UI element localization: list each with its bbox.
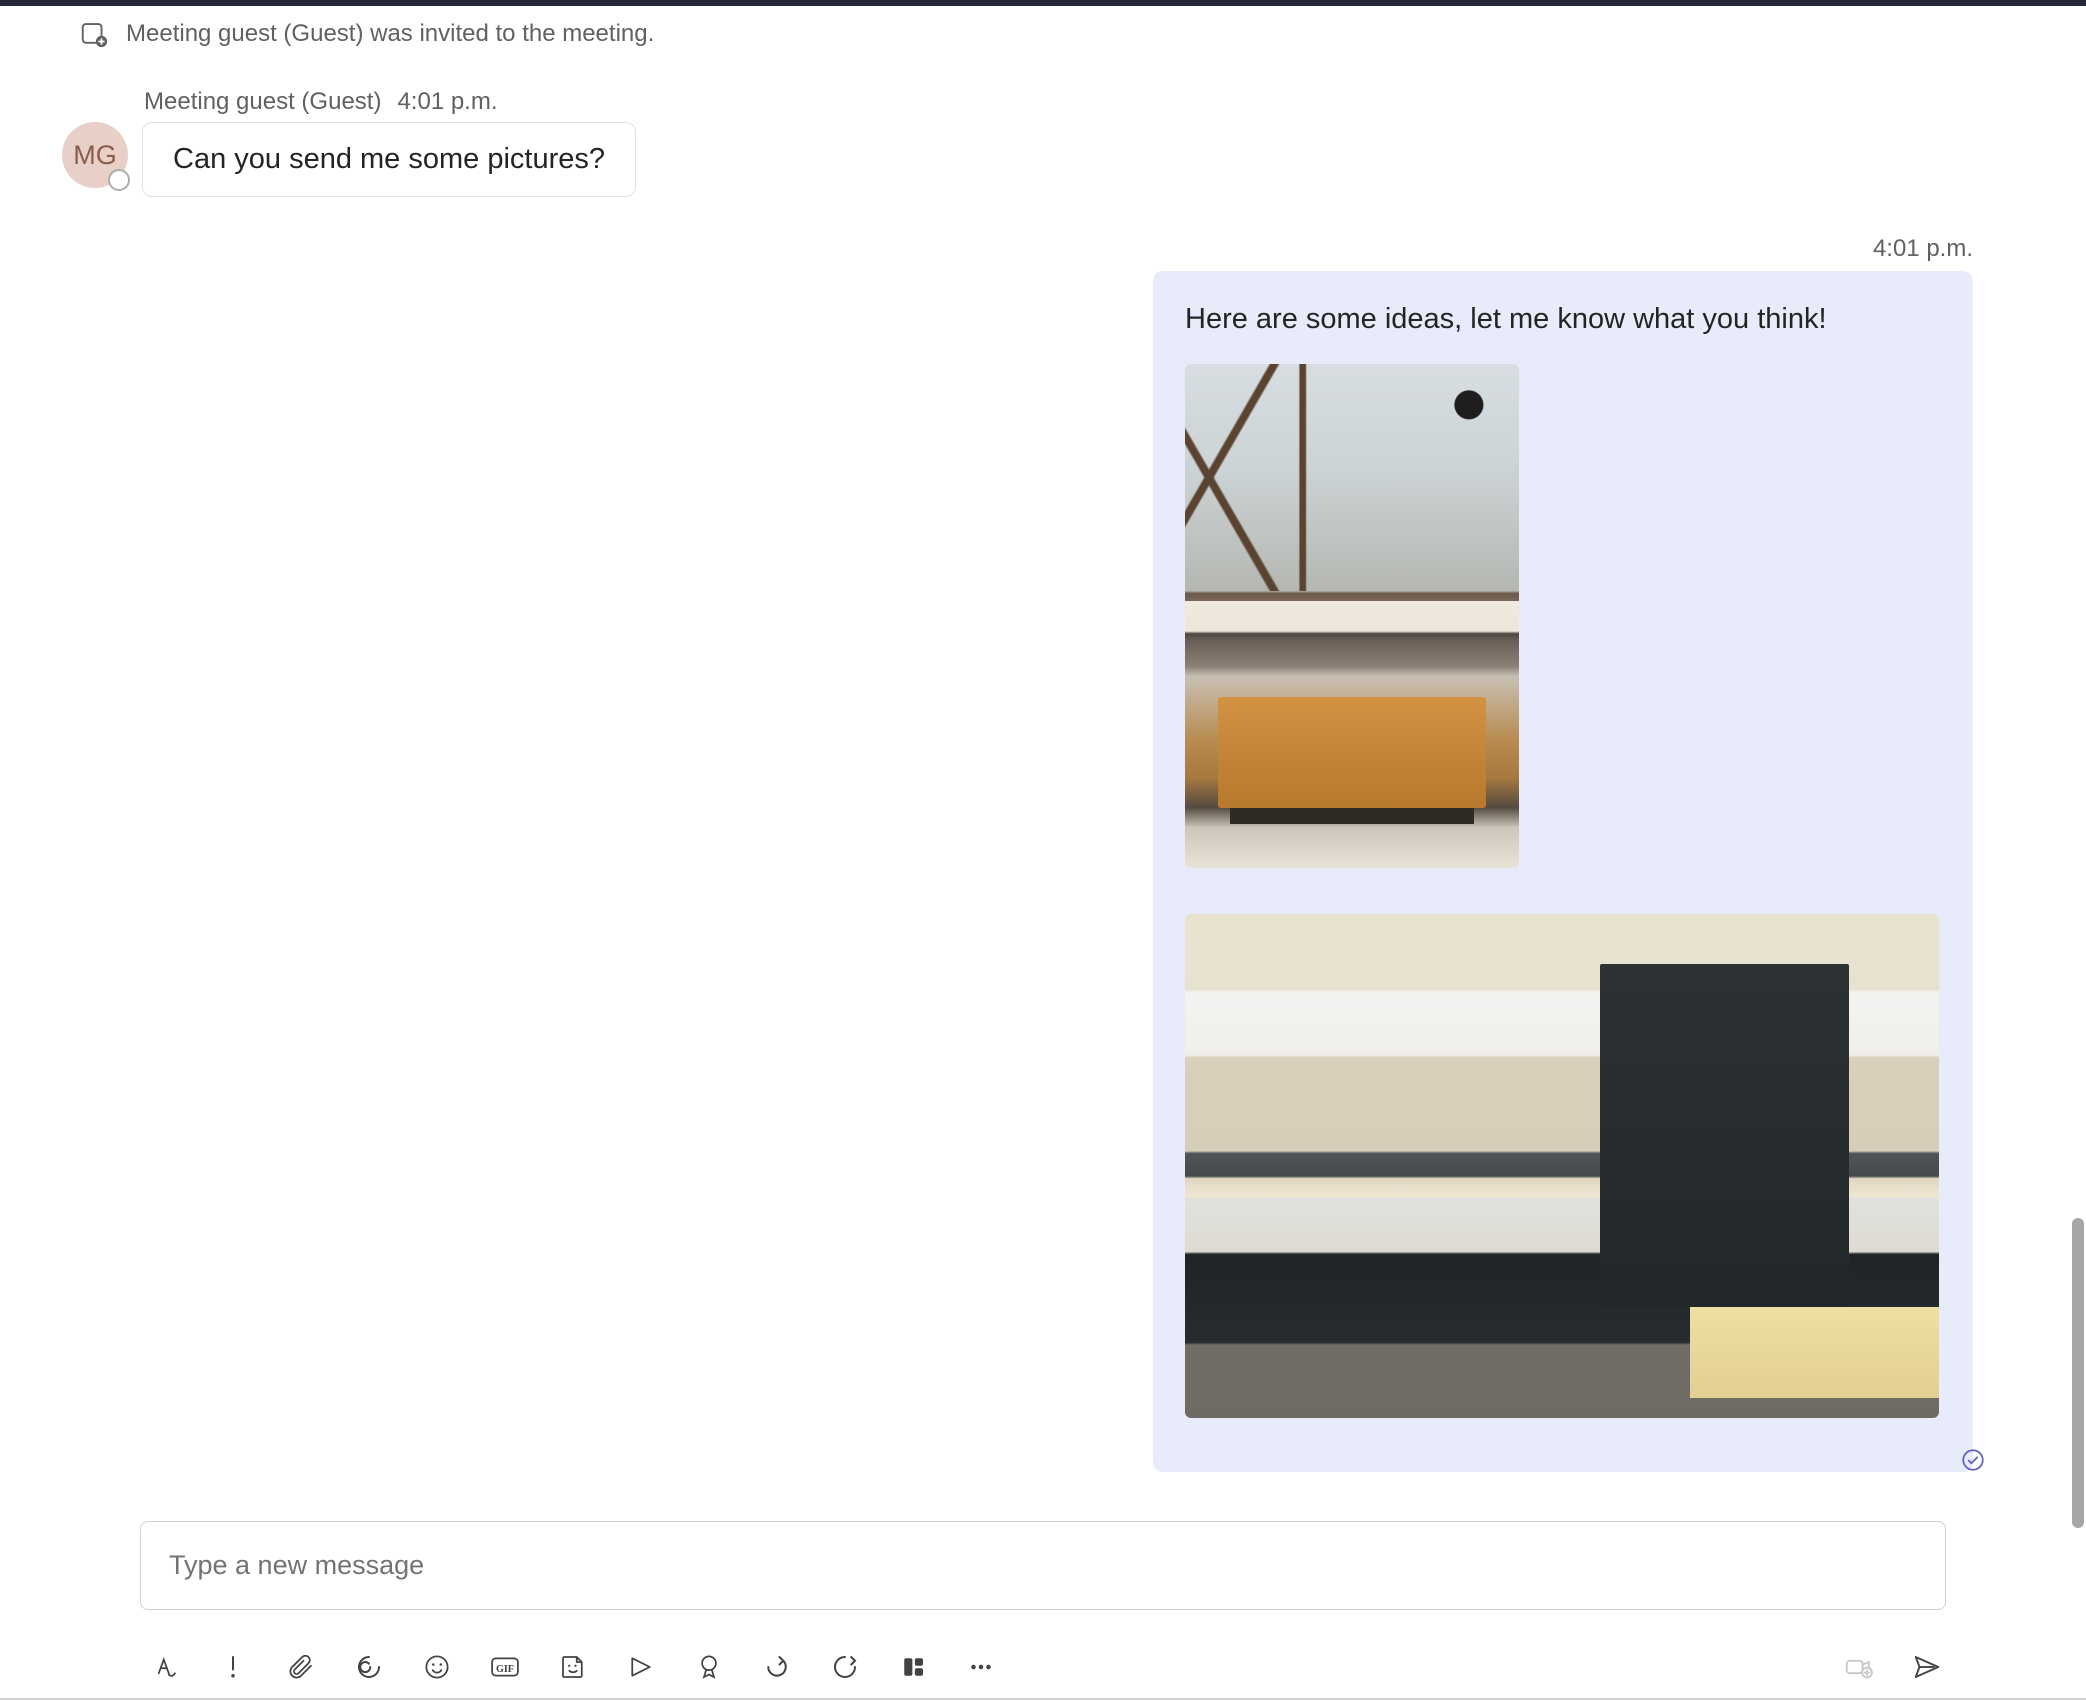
svg-text:GIF: GIF: [496, 1664, 514, 1675]
emoji-icon[interactable]: [420, 1650, 454, 1684]
message-list[interactable]: Meeting guest (Guest) was invited to the…: [0, 6, 2086, 1491]
gif-icon[interactable]: GIF: [488, 1650, 522, 1684]
toolbar-right: [1842, 1650, 1944, 1684]
system-message-text: Meeting guest (Guest) was invited to the…: [126, 20, 654, 48]
attachment-image[interactable]: [1185, 364, 1519, 868]
video-clip-icon[interactable]: [1842, 1650, 1876, 1684]
calendar-add-icon: [78, 18, 110, 50]
received-message[interactable]: MG Can you send me some pictures?: [0, 120, 2086, 203]
avatar-initials: MG: [73, 140, 117, 171]
loop-icon[interactable]: [352, 1650, 386, 1684]
sent-message-meta: 4:01 p.m.: [0, 203, 2086, 269]
toolbar-left: GIF: [148, 1650, 998, 1684]
composer: [0, 1491, 2086, 1628]
actions-icon[interactable]: [896, 1650, 930, 1684]
attach-icon[interactable]: [284, 1650, 318, 1684]
received-message-meta: Meeting guest (Guest) 4:01 p.m.: [0, 60, 2086, 120]
seen-check-icon: [1960, 1447, 1986, 1480]
format-icon[interactable]: [148, 1650, 182, 1684]
message-input[interactable]: [140, 1521, 1946, 1610]
system-message-row: Meeting guest (Guest) was invited to the…: [0, 6, 2086, 60]
viva-icon[interactable]: [760, 1650, 794, 1684]
message-bubble[interactable]: Can you send me some pictures?: [142, 122, 636, 197]
sender-name: Meeting guest (Guest): [144, 88, 381, 116]
share-tab-icon[interactable]: [624, 1650, 658, 1684]
approvals-icon[interactable]: [692, 1650, 726, 1684]
message-text: Here are some ideas, let me know what yo…: [1185, 303, 1941, 336]
chat-app: Meeting guest (Guest) was invited to the…: [0, 0, 2086, 1700]
sticker-icon[interactable]: [556, 1650, 590, 1684]
scrollbar-thumb[interactable]: [2072, 1218, 2084, 1528]
message-bubble[interactable]: Here are some ideas, let me know what yo…: [1153, 271, 1973, 1472]
message-text: Can you send me some pictures?: [173, 143, 605, 175]
message-time: 4:01 p.m.: [1873, 235, 1973, 263]
attachments: [1185, 364, 1941, 1418]
send-icon[interactable]: [1910, 1650, 1944, 1684]
presence-indicator: [108, 169, 130, 191]
stream-icon[interactable]: [828, 1650, 862, 1684]
message-time: 4:01 p.m.: [397, 88, 497, 116]
avatar[interactable]: MG: [62, 122, 128, 188]
attachment-image[interactable]: [1185, 914, 1939, 1418]
composer-toolbar: GIF: [0, 1628, 2086, 1698]
priority-icon[interactable]: [216, 1650, 250, 1684]
more-icon[interactable]: [964, 1650, 998, 1684]
sent-message[interactable]: Here are some ideas, let me know what yo…: [0, 269, 2086, 1478]
